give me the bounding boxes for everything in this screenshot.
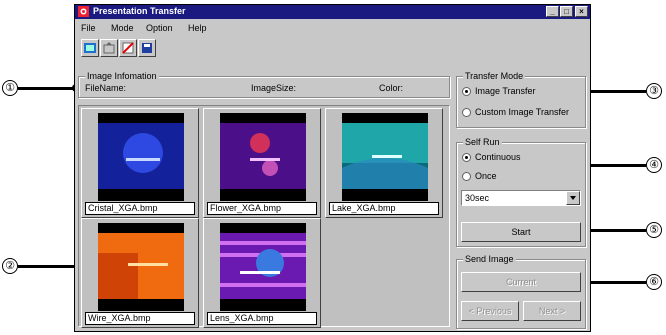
window-title: Presentation Transfer bbox=[93, 6, 186, 16]
image-transfer-label[interactable]: Image Transfer bbox=[475, 86, 536, 96]
thumbnail-list[interactable]: Cristal_XGA.bmp Flower_XGA.bmp Lake_XGA.… bbox=[78, 105, 450, 328]
menu-mode[interactable]: Mode bbox=[111, 23, 134, 33]
thumbnail-item[interactable]: Lens_XGA.bmp bbox=[203, 218, 321, 328]
thumbnail-image bbox=[220, 223, 306, 311]
image-info-group: Image Infomation FileName: ImageSize: Co… bbox=[78, 71, 450, 98]
chevron-down-icon bbox=[570, 196, 576, 200]
current-label: Current bbox=[505, 277, 536, 287]
once-radio[interactable] bbox=[462, 172, 471, 181]
previous-button[interactable]: < Previous bbox=[461, 301, 519, 321]
callout-1-leader bbox=[18, 87, 76, 90]
custom-transfer-radio[interactable] bbox=[462, 108, 471, 117]
thumbnail-item[interactable]: Lake_XGA.bmp bbox=[325, 108, 443, 218]
start-label: Start bbox=[511, 227, 531, 237]
transfer-mode-title: Transfer Mode bbox=[463, 71, 526, 81]
callout-5: ⑤ bbox=[646, 222, 662, 238]
imagesize-label: ImageSize: bbox=[251, 83, 297, 93]
menu-help[interactable]: Help bbox=[188, 23, 207, 33]
maximize-button[interactable]: □ bbox=[560, 6, 573, 17]
send-image-title: Send Image bbox=[463, 254, 516, 264]
delete-icon bbox=[122, 42, 134, 54]
upload-button[interactable] bbox=[100, 39, 118, 57]
callout-2: ② bbox=[2, 258, 18, 274]
continuous-label[interactable]: Continuous bbox=[475, 152, 521, 162]
thumbnail-item[interactable]: Wire_XGA.bmp bbox=[81, 218, 199, 328]
thumbnail-image bbox=[220, 113, 306, 201]
filename-label: FileName: bbox=[85, 83, 127, 93]
once-label[interactable]: Once bbox=[475, 171, 497, 181]
color-label: Color: bbox=[379, 83, 404, 93]
thumbnail-image bbox=[342, 113, 428, 201]
app-icon bbox=[78, 6, 89, 17]
self-run-group: Self Run Continuous Once 30sec Start bbox=[456, 137, 586, 247]
app-window: Presentation Transfer _ □ × File Mode Op… bbox=[74, 4, 591, 332]
thumbnail-image bbox=[98, 223, 184, 311]
save-button[interactable] bbox=[138, 39, 156, 57]
callout-1: ① bbox=[2, 80, 18, 96]
image-info-title: Image Infomation bbox=[85, 71, 159, 81]
callout-4: ④ bbox=[646, 157, 662, 173]
thumbnail-filename: Lens_XGA.bmp bbox=[207, 312, 317, 325]
open-button[interactable] bbox=[81, 39, 99, 57]
interval-select[interactable]: 30sec bbox=[461, 190, 581, 206]
image-transfer-radio[interactable] bbox=[462, 87, 471, 96]
thumbnail-filename: Cristal_XGA.bmp bbox=[85, 202, 195, 215]
minimize-button[interactable]: _ bbox=[546, 6, 559, 17]
interval-value: 30sec bbox=[465, 193, 490, 203]
next-label: Next > bbox=[538, 306, 566, 316]
self-run-title: Self Run bbox=[463, 137, 502, 147]
upload-icon bbox=[103, 42, 115, 54]
start-button[interactable]: Start bbox=[461, 222, 581, 242]
callout-6: ⑥ bbox=[646, 274, 662, 290]
title-bar[interactable]: Presentation Transfer _ □ × bbox=[75, 5, 590, 19]
thumbnail-filename: Lake_XGA.bmp bbox=[329, 202, 439, 215]
next-button[interactable]: Next > bbox=[523, 301, 581, 321]
thumbnail-image bbox=[98, 113, 184, 201]
previous-label: < Previous bbox=[468, 306, 512, 316]
send-image-group: Send Image Current < Previous Next > bbox=[456, 254, 586, 329]
custom-transfer-label[interactable]: Custom Image Transfer bbox=[475, 107, 569, 117]
callout-3: ③ bbox=[646, 83, 662, 99]
thumbnail-item[interactable]: Flower_XGA.bmp bbox=[203, 108, 321, 218]
thumbnail-filename: Flower_XGA.bmp bbox=[207, 202, 317, 215]
close-button[interactable]: × bbox=[575, 6, 588, 17]
dropdown-button[interactable] bbox=[566, 191, 580, 205]
delete-button[interactable] bbox=[119, 39, 137, 57]
thumbnail-item[interactable]: Cristal_XGA.bmp bbox=[81, 108, 199, 218]
continuous-radio[interactable] bbox=[462, 153, 471, 162]
menu-file[interactable]: File bbox=[81, 23, 96, 33]
menu-option[interactable]: Option bbox=[146, 23, 173, 33]
transfer-mode-group: Transfer Mode Image Transfer Custom Imag… bbox=[456, 71, 586, 128]
current-button[interactable]: Current bbox=[461, 272, 581, 292]
save-icon bbox=[142, 43, 152, 53]
open-icon bbox=[84, 43, 96, 53]
thumbnail-filename: Wire_XGA.bmp bbox=[85, 312, 195, 325]
